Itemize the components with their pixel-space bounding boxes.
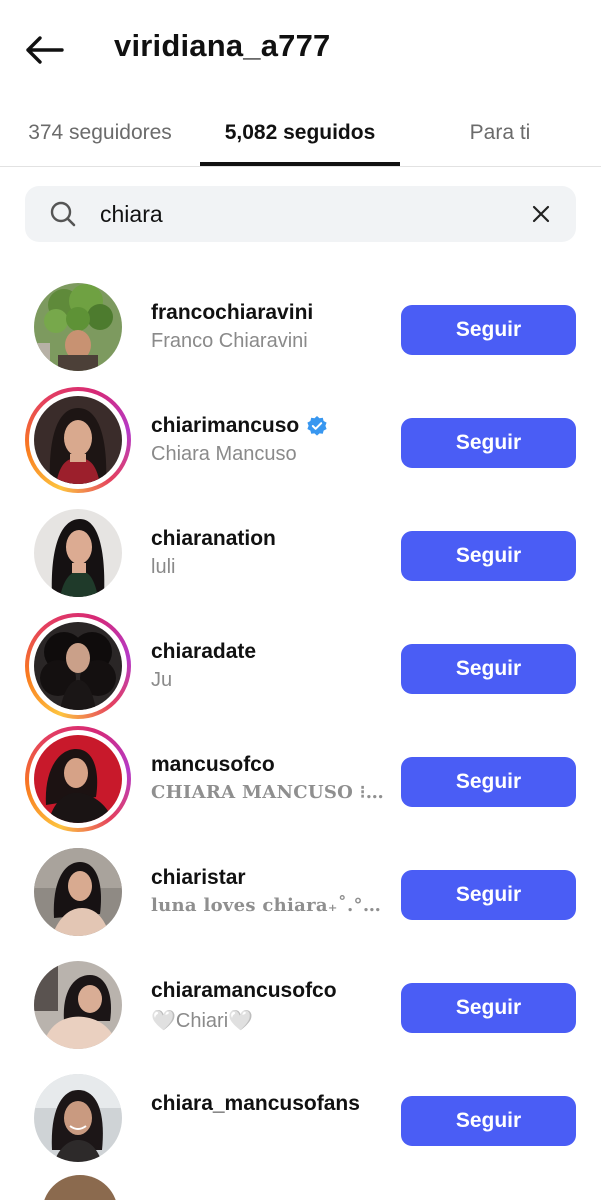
avatar-story-ring[interactable] — [25, 726, 131, 832]
full-name: Chiara Mancuso — [151, 443, 297, 465]
profile-photo — [34, 961, 122, 1049]
list-item[interactable]: mancusofco 𝐂𝐇𝐈𝐀𝐑𝐀 𝐌𝐀𝐍𝐂𝐔𝐒𝐎 ⁝ ... Seguir — [0, 726, 601, 839]
search-bar — [25, 186, 576, 242]
full-name: Franco Chiaravini — [151, 330, 308, 352]
profile-photo — [34, 396, 122, 484]
tab-followers[interactable]: 374 seguidores — [0, 100, 200, 166]
tab-following[interactable]: 5,082 seguidos — [200, 100, 400, 166]
verified-badge-icon — [307, 416, 327, 436]
full-name: luli — [151, 556, 176, 578]
profile-photo — [34, 1074, 122, 1162]
back-button[interactable] — [22, 28, 66, 72]
username[interactable]: chiarimancuso — [151, 414, 328, 438]
profile-photo — [34, 735, 122, 823]
avatar[interactable] — [25, 952, 131, 1058]
search-icon — [50, 201, 76, 227]
full-name: 🤍Chiari🤍 — [151, 1010, 254, 1032]
username[interactable]: chiara_mancusofans — [151, 1092, 360, 1116]
follow-button[interactable]: Seguir — [401, 418, 576, 468]
full-name: 𝐂𝐇𝐈𝐀𝐑𝐀 𝐌𝐀𝐍𝐂𝐔𝐒𝐎 ⁝ ... — [151, 782, 386, 803]
follow-button[interactable]: Seguir — [401, 531, 576, 581]
close-icon — [532, 205, 550, 223]
page-title: viridiana_a777 — [114, 28, 331, 63]
top-bar: viridiana_a777 — [0, 0, 601, 100]
avatar[interactable] — [25, 274, 131, 380]
follow-button[interactable]: Seguir — [401, 644, 576, 694]
profile-photo — [34, 283, 122, 371]
avatar-story-ring[interactable] — [25, 387, 131, 493]
username[interactable]: chiaristar — [151, 866, 246, 890]
avatar[interactable] — [25, 500, 131, 606]
profile-photo — [34, 848, 122, 936]
tab-bar: 374 seguidores 5,082 seguidos Para ti — [0, 100, 601, 167]
follow-button[interactable]: Seguir — [401, 983, 576, 1033]
active-tab-indicator — [200, 162, 400, 166]
tab-for-you[interactable]: Para ti — [400, 100, 600, 166]
arrow-left-icon — [26, 36, 64, 64]
full-name: Ju — [151, 669, 173, 691]
list-item[interactable]: chiaristar 𝐥𝐮𝐧𝐚 𝐥𝐨𝐯𝐞𝐬 𝐜𝐡𝐢𝐚𝐫𝐚₊˚.°.⋆•˚... … — [0, 839, 601, 952]
clear-search-button[interactable] — [527, 200, 555, 228]
follow-button[interactable]: Seguir — [401, 1096, 576, 1146]
avatar[interactable] — [25, 839, 131, 945]
avatar-story-ring[interactable] — [25, 613, 131, 719]
list-item[interactable]: chiarimancuso Chiara Mancuso Seguir — [0, 387, 601, 500]
username[interactable]: francochiaravini — [151, 301, 313, 325]
list-item[interactable]: francochiaravini Franco Chiaravini Segui… — [0, 274, 601, 387]
profile-photo — [34, 622, 122, 710]
list-item[interactable]: chiaramancusofco 🤍Chiari🤍 Seguir — [0, 952, 601, 1065]
list-item[interactable]: chiara_mancusofans Seguir — [0, 1065, 601, 1178]
follow-button[interactable]: Seguir — [401, 870, 576, 920]
username[interactable]: chiaramancusofco — [151, 979, 337, 1003]
username[interactable]: mancusofco — [151, 753, 275, 777]
username[interactable]: chiaradate — [151, 640, 256, 664]
avatar[interactable] — [42, 1175, 118, 1200]
search-input[interactable] — [100, 194, 510, 234]
profile-photo — [34, 509, 122, 597]
username[interactable]: chiaranation — [151, 527, 276, 551]
list-item[interactable]: chiaradate Ju Seguir — [0, 613, 601, 726]
follow-button[interactable]: Seguir — [401, 757, 576, 807]
full-name: 𝐥𝐮𝐧𝐚 𝐥𝐨𝐯𝐞𝐬 𝐜𝐡𝐢𝐚𝐫𝐚₊˚.°.⋆•˚... — [151, 895, 386, 916]
follow-button[interactable]: Seguir — [401, 305, 576, 355]
avatar[interactable] — [25, 1065, 131, 1171]
list-item[interactable]: chiaranation luli Seguir — [0, 500, 601, 613]
